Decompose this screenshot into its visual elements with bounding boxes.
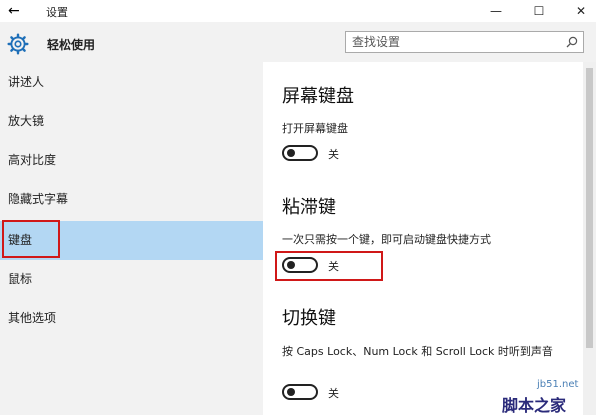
toggle-toggle-keys[interactable]: [282, 384, 318, 400]
highlight-box-keyboard: [2, 220, 60, 258]
sidebar-item-mouse[interactable]: 鼠标: [0, 260, 263, 299]
settings-content: 屏幕键盘 打开屏幕键盘 关 粘滞键 一次只需按一个键，即可启动键盘快捷方式 关 …: [263, 62, 583, 415]
sidebar-item-label: 其他选项: [8, 311, 57, 325]
section-title-sticky-keys: 粘滞键: [282, 197, 336, 218]
app-title: 轻松使用: [47, 38, 96, 52]
toggle-state-label: 关: [328, 387, 339, 400]
toggle-knob: [287, 149, 295, 157]
back-arrow-icon[interactable]: ←: [8, 2, 30, 20]
sidebar-item-magnifier[interactable]: 放大镜: [0, 102, 263, 141]
app-header: 轻松使用: [0, 22, 263, 62]
sidebar-item-label: 放大镜: [8, 114, 45, 128]
gear-icon: [7, 33, 29, 55]
sidebar-item-high-contrast[interactable]: 高对比度: [0, 141, 263, 180]
watermark-site: jb51.net: [537, 379, 579, 390]
sidebar: 轻松使用 讲述人 放大镜 高对比度 隐藏式字幕 键盘 鼠标 其他选项: [0, 22, 263, 415]
maximize-button[interactable]: ☐: [524, 2, 554, 20]
sidebar-item-label: 高对比度: [8, 153, 57, 167]
setting-desc-sticky-keys: 一次只需按一个键，即可启动键盘快捷方式: [282, 233, 491, 246]
setting-desc-toggle-keys: 按 Caps Lock、Num Lock 和 Scroll Lock 时听到声音: [282, 345, 553, 358]
toggle-on-screen-keyboard[interactable]: [282, 145, 318, 161]
sidebar-item-label: 讲述人: [8, 75, 45, 89]
minimize-button[interactable]: —: [481, 2, 511, 20]
scrollbar-thumb[interactable]: [586, 68, 593, 348]
close-button[interactable]: ✕: [566, 2, 596, 20]
search-input[interactable]: [352, 35, 552, 49]
sidebar-item-label: 鼠标: [8, 272, 33, 286]
section-title-on-screen-keyboard: 屏幕键盘: [282, 86, 354, 107]
section-title-toggle-keys: 切换键: [282, 308, 336, 329]
sidebar-item-closed-captions[interactable]: 隐藏式字幕: [0, 180, 263, 219]
watermark-name: 脚本之家: [502, 396, 567, 415]
setting-desc-on-screen-keyboard: 打开屏幕键盘: [282, 122, 348, 135]
search-box[interactable]: [345, 31, 584, 53]
title-bar: ← 设置 — ☐ ✕: [0, 0, 596, 22]
sidebar-item-narrator[interactable]: 讲述人: [0, 63, 263, 102]
sidebar-item-other-options[interactable]: 其他选项: [0, 299, 263, 338]
toggle-state-label: 关: [328, 148, 339, 161]
scrollbar[interactable]: [583, 62, 596, 415]
highlight-box-sticky-keys: [275, 251, 383, 281]
sidebar-item-label: 隐藏式字幕: [8, 192, 69, 206]
search-icon[interactable]: [566, 36, 578, 48]
window-title: 设置: [46, 6, 68, 19]
toggle-knob: [287, 388, 295, 396]
